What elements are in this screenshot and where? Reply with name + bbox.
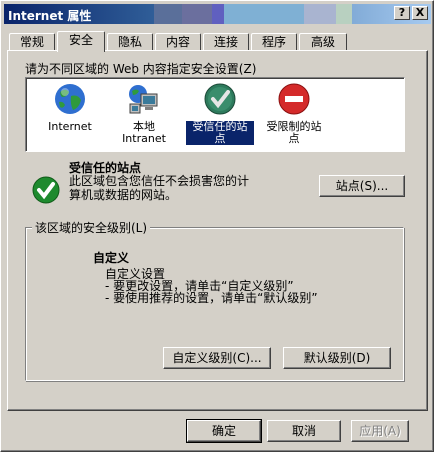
security-level-name: 自定义: [93, 251, 130, 265]
title-strip: [182, 4, 212, 24]
window-title: Internet 属性: [8, 9, 92, 23]
zone-local-intranet[interactable]: 本地 Intranet: [110, 82, 178, 145]
zone-label: 受限制的站 点: [266, 120, 322, 145]
internet-properties-window: Internet 属性 ? X 常规 安全 隐私 内容 连接 程序 高级 请为不…: [0, 0, 434, 452]
title-strip: [336, 4, 352, 24]
zone-restricted-sites[interactable]: 受限制的站 点: [260, 82, 328, 145]
tab-programs[interactable]: 程序: [251, 33, 297, 51]
ok-button[interactable]: 确定: [186, 419, 262, 443]
local-intranet-icon: [129, 85, 158, 114]
title-strip: [224, 4, 304, 24]
apply-button[interactable]: 应用(A): [351, 420, 409, 442]
security-level-line: - 要使用推荐的设置，请单击“默认级别”: [105, 291, 318, 305]
tab-content[interactable]: 内容: [155, 33, 201, 51]
title-strip: [212, 4, 224, 24]
close-button[interactable]: X: [412, 6, 428, 20]
sites-button[interactable]: 站点(S)...: [319, 175, 405, 197]
selected-zone-description: 此区域包含您信任不会损害您的计 算机或数据的网站。: [69, 174, 250, 202]
help-button[interactable]: ?: [394, 6, 410, 20]
zone-label: Internet: [48, 120, 92, 133]
tab-connections[interactable]: 连接: [203, 33, 249, 51]
default-level-button[interactable]: 默认级别(D): [283, 347, 391, 369]
trusted-sites-icon: [32, 176, 60, 204]
security-level-group-title: 该区域的安全级别(L): [32, 219, 151, 236]
title-strip: [154, 4, 182, 24]
title-bar[interactable]: Internet 属性 ? X: [4, 4, 431, 24]
tab-general[interactable]: 常规: [9, 33, 55, 51]
custom-level-button[interactable]: 自定义级别(C)...: [163, 347, 271, 369]
title-strip: [304, 4, 336, 24]
trusted-sites-icon: [204, 83, 236, 115]
zone-list[interactable]: Internet 本地 Intranet 受信任的站 点 受限制的站 点: [25, 77, 405, 152]
restricted-sites-icon: [278, 83, 310, 115]
cancel-button[interactable]: 取消: [267, 420, 341, 442]
globe-icon: [55, 84, 85, 114]
zone-label: 受信任的站 点: [185, 120, 255, 146]
zone-internet[interactable]: Internet: [36, 82, 104, 133]
tab-security[interactable]: 安全: [57, 31, 105, 52]
zone-trusted-sites[interactable]: 受信任的站 点: [185, 82, 255, 146]
zone-label: 本地 Intranet: [122, 120, 166, 145]
tab-advanced[interactable]: 高级: [299, 33, 347, 51]
zones-prompt: 请为不同区域的 Web 内容指定安全设置(Z): [25, 62, 257, 76]
tab-privacy[interactable]: 隐私: [107, 33, 153, 51]
